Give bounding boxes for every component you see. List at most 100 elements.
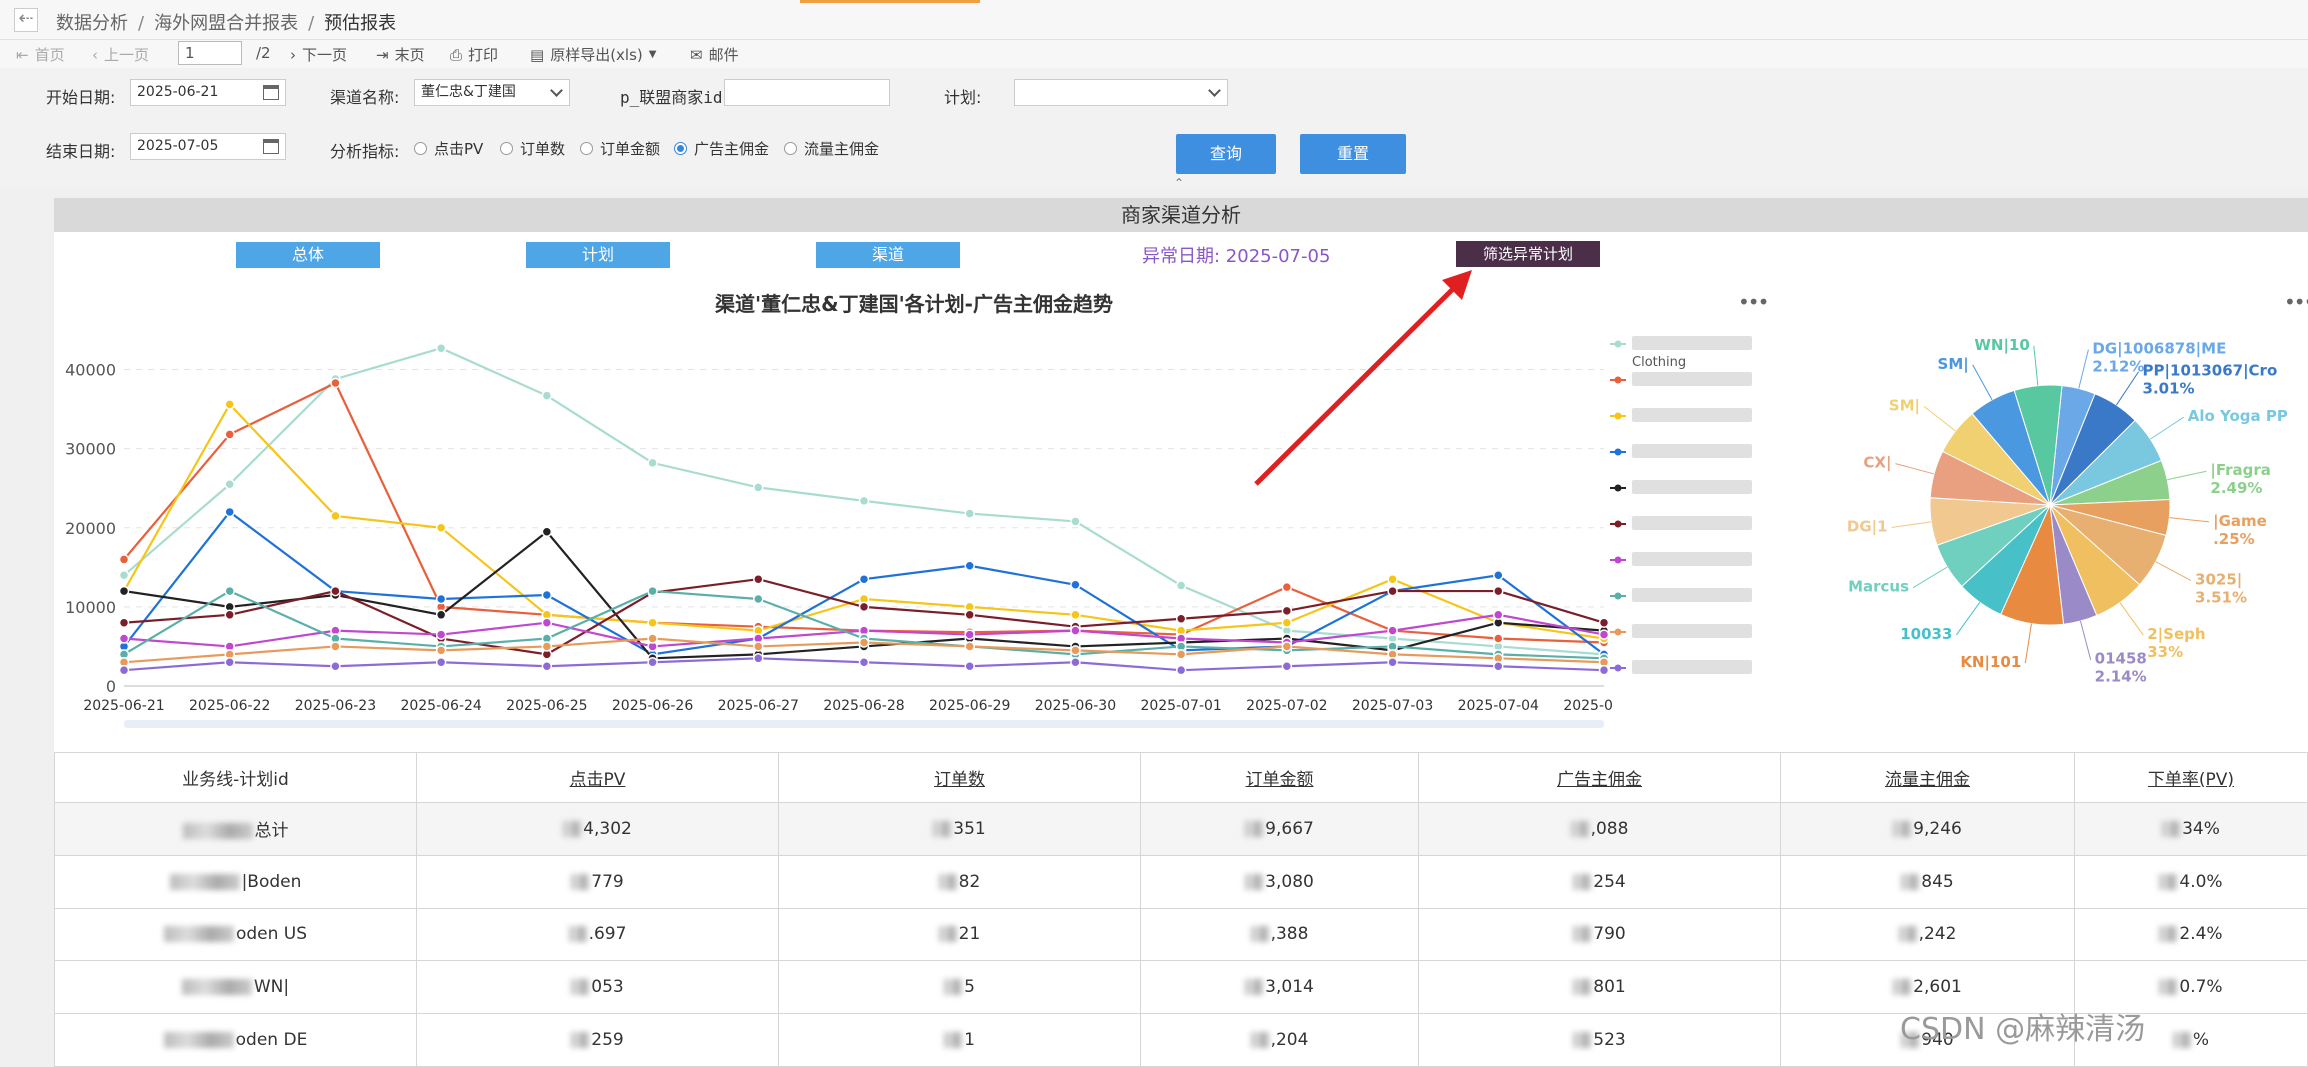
chart-title: 渠道'董仁忠&丁建国'各计划-广告主佣金趋势: [715, 292, 1113, 316]
series-point: [224, 609, 235, 621]
series-point: [858, 601, 870, 613]
x-tick-label: 2025-06-21: [83, 698, 164, 714]
pie-leader-line: [1972, 364, 1993, 401]
x-tick-label: 2025-07-05: [1563, 698, 1614, 714]
breadcrumb-item-report[interactable]: 海外网盟合并报表: [154, 13, 298, 34]
pie-slice-label: DG|1006878|ME: [2092, 340, 2226, 359]
chevron-right-icon: ›: [290, 45, 296, 64]
chart-legend: Clothing: [1610, 336, 1752, 674]
more-icon[interactable]: •••: [1738, 290, 1769, 314]
start-date-input[interactable]: 2025-06-21: [130, 79, 286, 106]
legend-label: [1632, 588, 1752, 602]
legend-marker: [1614, 520, 1622, 528]
legend-marker: [1614, 484, 1622, 492]
tab-overall[interactable]: 总体: [236, 242, 380, 268]
radio-click-pv[interactable]: 点击PV: [414, 138, 483, 159]
y-tick-label: 30000: [65, 440, 116, 459]
series-point: [541, 641, 553, 652]
query-button[interactable]: 查询: [1176, 134, 1276, 174]
channel-select[interactable]: 董仁忠&丁建国: [414, 79, 570, 106]
series-point: [1070, 645, 1081, 656]
calendar-icon[interactable]: [263, 139, 279, 154]
start-date-label: 开始日期:: [46, 88, 116, 107]
col-advertiser-commission[interactable]: 广告主佣金: [1418, 752, 1781, 803]
table-cell: 9,667: [1140, 802, 1419, 856]
radio-publisher-commission[interactable]: 流量主佣金: [784, 138, 879, 159]
series-point: [1387, 625, 1398, 636]
series-point: [541, 526, 553, 537]
col-orders[interactable]: 订单数: [778, 752, 1141, 803]
series-point: [118, 554, 130, 565]
merchant-id-input[interactable]: [724, 79, 890, 106]
more-icon[interactable]: •••: [2284, 290, 2308, 314]
series-point: [647, 457, 658, 469]
col-order-rate[interactable]: 下单率(PV): [2074, 752, 2308, 803]
table-cell: ,204: [1140, 1013, 1419, 1067]
table-cell: 1: [778, 1013, 1141, 1067]
calendar-icon[interactable]: [263, 85, 279, 100]
table-cell: 总计: [54, 802, 417, 856]
table-cell: 9,246: [1780, 802, 2075, 856]
pie-slice-label: CX|: [1863, 454, 1891, 473]
series-point: [1387, 657, 1398, 668]
tab-plan[interactable]: 计划: [526, 242, 670, 268]
series-point: [647, 657, 658, 668]
back-button[interactable]: ⇠: [14, 8, 38, 32]
series-point: [330, 510, 341, 522]
series-point: [1281, 660, 1293, 672]
table-cell: 82: [778, 854, 1141, 909]
pie-leader-line: [2150, 416, 2185, 440]
print-button[interactable]: ⎙ 打印: [450, 44, 498, 65]
table-cell: 2.4%: [2074, 907, 2308, 962]
prev-page-button[interactable]: ‹ 上一页: [92, 44, 149, 65]
series-point: [224, 585, 235, 597]
tab-channel[interactable]: 渠道: [816, 242, 960, 268]
series-point: [1493, 569, 1504, 581]
table-cell: oden DE: [54, 1013, 417, 1067]
series-point: [753, 653, 764, 664]
pie-slice-percent: 2.12%: [2092, 358, 2144, 376]
legend-marker: [1614, 664, 1622, 672]
col-publisher-commission[interactable]: 流量主佣金: [1780, 752, 2075, 803]
breadcrumb-item-analysis[interactable]: 数据分析: [56, 13, 128, 34]
panel-title: 商家渠道分析: [54, 198, 2308, 232]
x-tick-label: 2025-07-03: [1352, 698, 1433, 714]
series-point: [224, 506, 235, 518]
last-page-button[interactable]: ⇥ 末页: [376, 44, 425, 65]
series-point: [435, 342, 447, 354]
end-date-input[interactable]: 2025-07-05: [130, 133, 286, 160]
first-page-button[interactable]: ⇤ 首页: [16, 44, 65, 65]
col-click-pv[interactable]: 点击PV: [416, 752, 779, 803]
collapse-icon[interactable]: ⌃: [1174, 176, 1184, 190]
radio-order-amount[interactable]: 订单金额: [580, 138, 660, 159]
pie-slice-label: KN|101: [1960, 653, 2021, 672]
legend-label: [1632, 408, 1752, 422]
mail-button[interactable]: ✉ 邮件: [690, 44, 739, 65]
next-page-button[interactable]: › 下一页: [290, 44, 347, 65]
pie-leader-line: [1891, 521, 1932, 528]
pie-slice-label: SM|: [1938, 355, 1969, 374]
table-cell: 845: [1780, 854, 2075, 909]
page-number-input[interactable]: 1: [178, 41, 242, 65]
pie-slice-label: Marcus: [1848, 578, 1909, 596]
col-order-amount[interactable]: 订单金额: [1140, 752, 1419, 803]
annotation-arrow: [1254, 270, 1472, 486]
export-button[interactable]: ▤ 原样导出(xls) ▼: [530, 44, 656, 65]
legend-marker: [1614, 376, 1622, 384]
legend-label: Clothing: [1632, 355, 1686, 370]
pie-leader-line: [1923, 405, 1956, 432]
series-point: [435, 593, 447, 605]
table-cell: 4,302: [416, 802, 779, 856]
series-point: [330, 641, 341, 652]
metric-label: 分析指标:: [330, 142, 400, 161]
reset-button[interactable]: 重置: [1300, 134, 1406, 174]
watermark: CSDN @麻辣清汤: [1900, 1012, 2146, 1047]
table-cell: WN|: [54, 960, 417, 1015]
table-cell: oden US: [54, 907, 417, 962]
mail-icon: ✉: [690, 45, 703, 64]
series-point: [1175, 664, 1187, 676]
legend-label: [1632, 624, 1752, 638]
plan-select[interactable]: [1014, 79, 1228, 106]
radio-orders[interactable]: 订单数: [500, 138, 565, 159]
radio-advertiser-commission[interactable]: 广告主佣金: [674, 138, 769, 159]
